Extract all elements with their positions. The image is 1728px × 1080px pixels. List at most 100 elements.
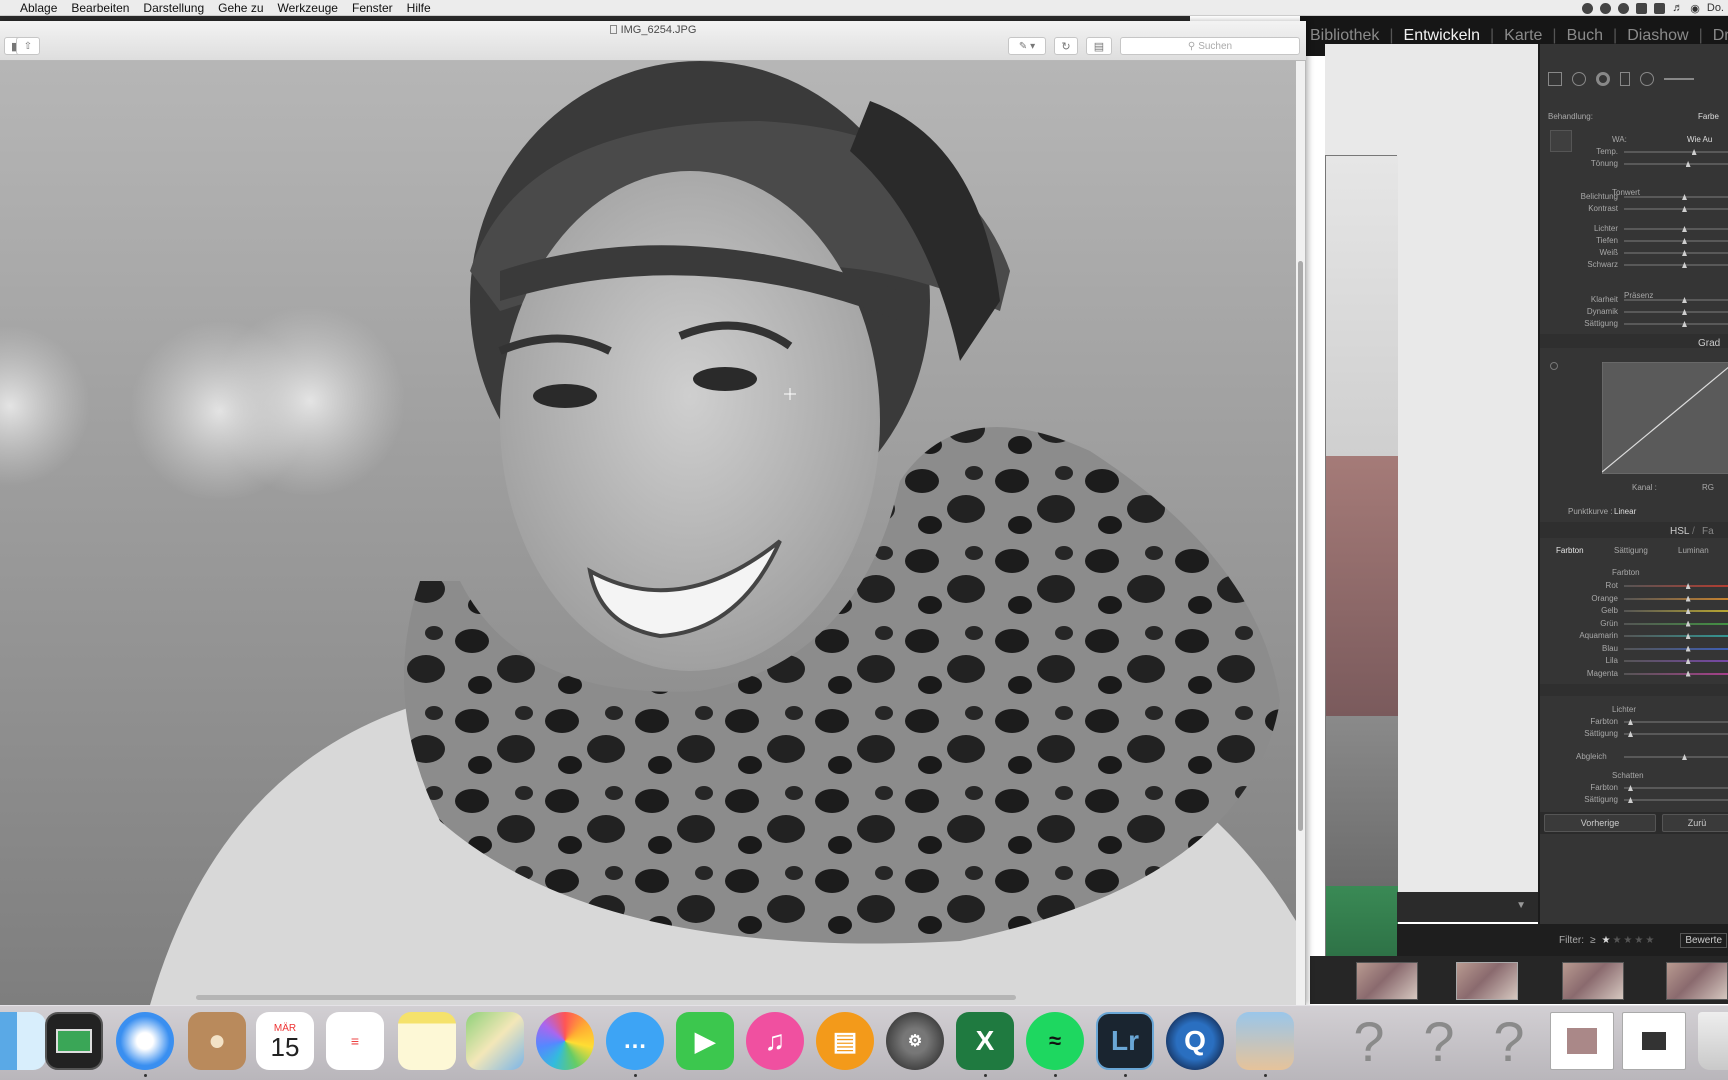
star-icon[interactable]: ★	[1602, 935, 1613, 946]
filmstrip-thumbnail[interactable]	[1562, 962, 1624, 1000]
clock-label[interactable]: Do.	[1707, 2, 1724, 14]
module-drucken[interactable]: Dru	[1703, 27, 1728, 45]
toolbox-button[interactable]: ▤	[1086, 37, 1112, 55]
slider-track[interactable]	[1624, 163, 1728, 165]
previous-button[interactable]: Vorherige	[1544, 814, 1656, 832]
menu-extra-icon[interactable]	[1600, 2, 1612, 14]
quicktime-icon[interactable]: Q	[1166, 1012, 1224, 1070]
itunes-icon[interactable]: ♫	[746, 1012, 804, 1070]
menu-werkzeuge[interactable]: Werkzeuge	[271, 0, 345, 16]
filter-operator[interactable]: ≥	[1590, 935, 1596, 946]
creative-cloud-icon[interactable]	[1618, 2, 1630, 14]
trash-icon[interactable]	[1698, 1012, 1728, 1070]
slider-track[interactable]	[1624, 240, 1728, 242]
star-rating[interactable]: ★★★★★	[1602, 935, 1657, 946]
horizontal-scrollbar[interactable]	[196, 995, 1016, 1000]
window-thumbnail[interactable]	[1622, 1012, 1686, 1070]
slider-track[interactable]	[1624, 228, 1728, 230]
slider-track[interactable]	[1624, 597, 1728, 600]
module-entwickeln[interactable]: Entwickeln	[1394, 27, 1490, 45]
slider-track[interactable]	[1624, 660, 1728, 662]
gradation-title[interactable]: Grad	[1698, 338, 1720, 349]
adjustment-brush-icon[interactable]	[1664, 78, 1694, 80]
messages-icon[interactable]: …	[606, 1012, 664, 1070]
excel-icon[interactable]: X	[956, 1012, 1014, 1070]
slider-track[interactable]	[1624, 585, 1728, 587]
photos-icon[interactable]	[536, 1012, 594, 1070]
menu-darstellung[interactable]: Darstellung	[136, 0, 211, 16]
target-adjust-icon[interactable]	[1550, 362, 1558, 370]
balance-slider[interactable]	[1624, 756, 1728, 758]
slider-track[interactable]	[1624, 610, 1728, 612]
module-bibliothek[interactable]: Bibliothek	[1300, 27, 1389, 45]
menu-hilfe[interactable]: Hilfe	[400, 0, 438, 16]
color-tab[interactable]: Fa	[1702, 526, 1714, 537]
slider-track[interactable]	[1624, 208, 1728, 210]
slider-track[interactable]	[1624, 721, 1728, 723]
portrait-photo[interactable]	[0, 61, 1296, 1005]
unknown-app-icon[interactable]: ?	[1340, 1010, 1398, 1073]
tone-curve-graph[interactable]	[1602, 362, 1728, 474]
filmstrip-thumbnail[interactable]	[1456, 962, 1518, 1000]
hsl-title[interactable]: HSL	[1670, 526, 1689, 537]
menu-gehe-zu[interactable]: Gehe zu	[211, 0, 270, 16]
finder-icon[interactable]	[0, 1012, 46, 1070]
menu-ablage[interactable]: Ablage	[20, 0, 64, 16]
filmstrip-thumbnail[interactable]	[1356, 962, 1418, 1000]
graduated-filter-icon[interactable]	[1620, 72, 1630, 86]
share-button[interactable]: ⇧	[16, 37, 40, 55]
volume-icon[interactable]: ♬	[1672, 2, 1683, 14]
slider-track[interactable]	[1624, 799, 1728, 801]
vertical-scrollbar[interactable]	[1298, 261, 1303, 831]
users-icon[interactable]	[1636, 2, 1648, 14]
slider-track[interactable]	[1624, 151, 1728, 153]
mission-control-icon[interactable]	[45, 1012, 103, 1070]
menu-bearbeiten[interactable]: Bearbeiten	[64, 0, 136, 16]
system-preferences-icon[interactable]: ⚙	[886, 1012, 944, 1070]
markup-button[interactable]: ✎ ▾	[1008, 37, 1046, 55]
slider-track[interactable]	[1624, 787, 1728, 789]
wifi-icon[interactable]: ◉	[1690, 2, 1700, 15]
slider-track[interactable]	[1624, 635, 1728, 637]
slider-track[interactable]	[1624, 252, 1728, 254]
reminders-icon[interactable]: ≡	[326, 1012, 384, 1070]
chevron-down-icon[interactable]: ▼	[1516, 900, 1526, 911]
ibooks-icon[interactable]: ▤	[816, 1012, 874, 1070]
slider-track[interactable]	[1624, 672, 1728, 675]
slider-track[interactable]	[1624, 264, 1728, 266]
rotate-button[interactable]: ↻	[1054, 37, 1078, 55]
window-thumbnail[interactable]	[1550, 1012, 1614, 1070]
eyedropper-icon[interactable]	[1550, 130, 1572, 152]
crop-tool-icon[interactable]	[1548, 72, 1562, 86]
treatment-value[interactable]: Farbe	[1698, 112, 1719, 121]
wb-value[interactable]: Wie Au	[1687, 135, 1712, 144]
slider-track[interactable]	[1624, 622, 1728, 625]
search-field[interactable]: ⚲ Suchen	[1120, 37, 1300, 55]
channel-value[interactable]: RG	[1702, 483, 1714, 492]
unknown-app-icon[interactable]: ?	[1480, 1010, 1538, 1073]
red-eye-icon[interactable]	[1596, 72, 1610, 86]
menu-fenster[interactable]: Fenster	[345, 0, 400, 16]
safari-icon[interactable]: ➤	[116, 1012, 174, 1070]
reset-button[interactable]: Zurü	[1662, 814, 1728, 832]
slider-track[interactable]	[1624, 733, 1728, 735]
module-buch[interactable]: Buch	[1557, 27, 1613, 45]
contacts-icon[interactable]: ●	[188, 1012, 246, 1070]
module-diashow[interactable]: Diashow	[1617, 27, 1698, 45]
hsl-tab-hue[interactable]: Farbton	[1556, 546, 1584, 555]
slider-track[interactable]	[1624, 647, 1728, 650]
facetime-icon[interactable]: ▶	[676, 1012, 734, 1070]
point-curve-value[interactable]: Linear	[1614, 507, 1636, 516]
unknown-app-icon[interactable]: ?	[1410, 1010, 1468, 1073]
sort-button[interactable]: Bewerte	[1680, 932, 1728, 948]
spotify-icon[interactable]: ≈	[1026, 1012, 1084, 1070]
hsl-tab-luminance[interactable]: Luminan	[1678, 546, 1709, 555]
spot-removal-icon[interactable]	[1572, 72, 1586, 86]
record-status-icon[interactable]	[1582, 2, 1594, 14]
lightroom-icon[interactable]: Lr	[1096, 1012, 1154, 1070]
filmstrip-thumbnail[interactable]	[1666, 962, 1728, 1000]
notes-icon[interactable]	[398, 1012, 456, 1070]
module-karte[interactable]: Karte	[1494, 27, 1552, 45]
radial-filter-icon[interactable]	[1640, 72, 1654, 86]
display-icon[interactable]	[1654, 2, 1666, 14]
